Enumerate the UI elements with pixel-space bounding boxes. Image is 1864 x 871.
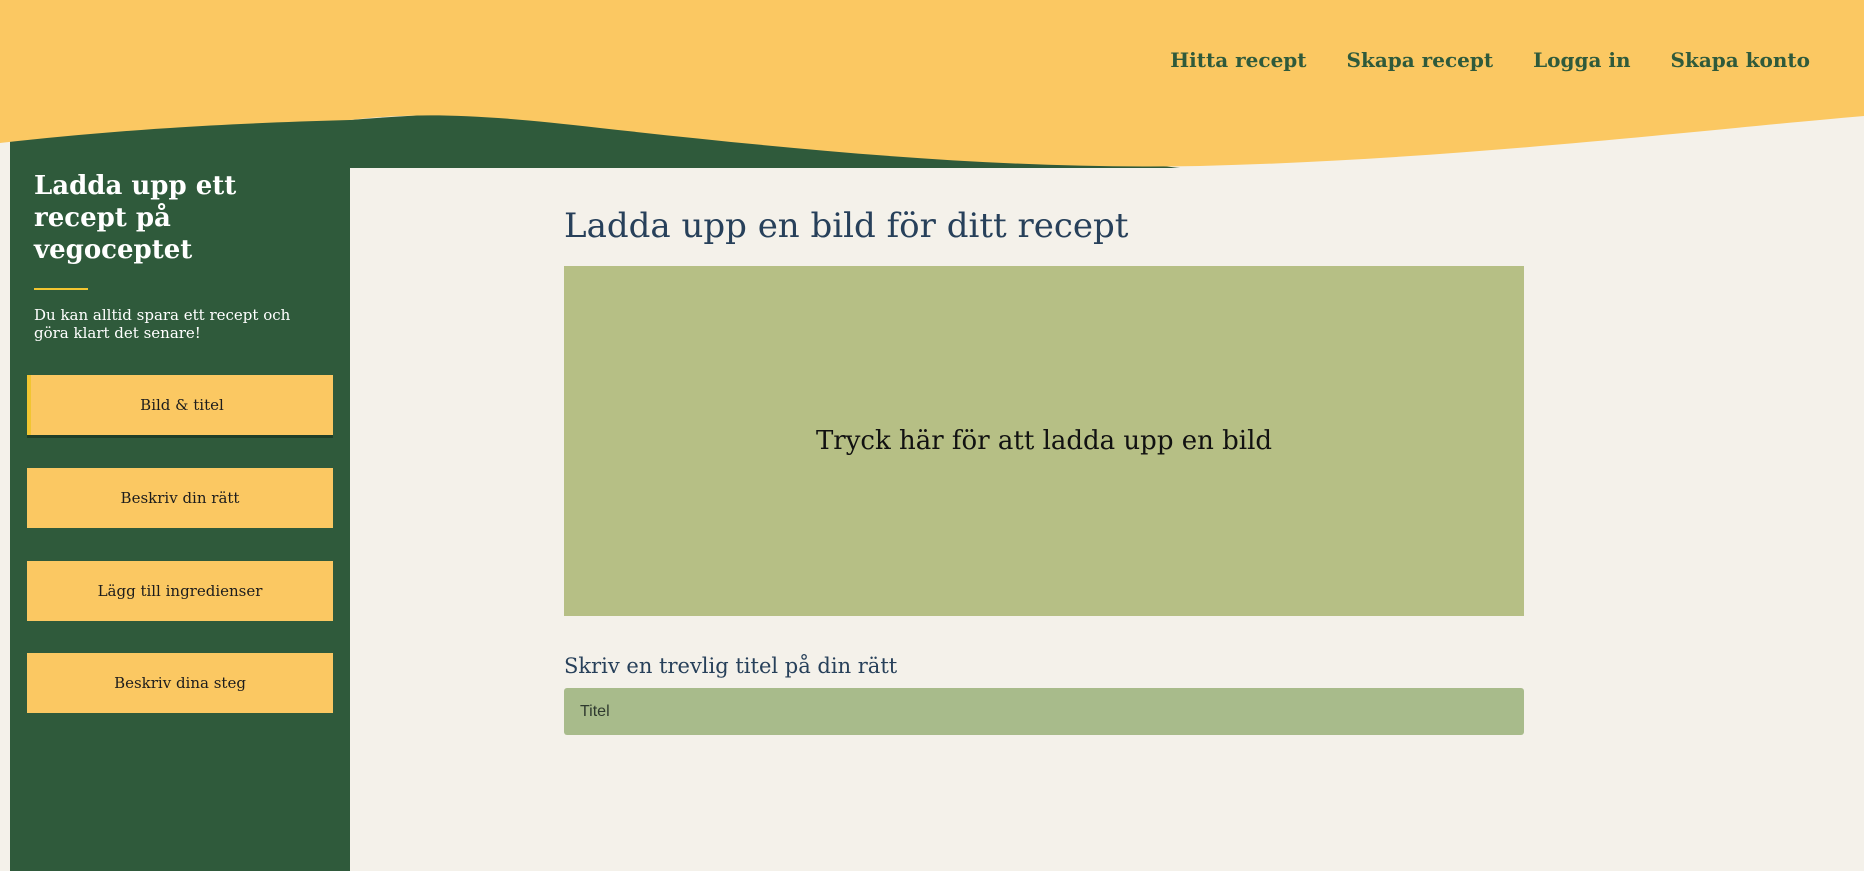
upload-prompt: Tryck här för att ladda upp en bild [815,426,1273,456]
step-button-steg[interactable]: Beskriv dina steg [27,653,333,713]
nav-link-hitta-recept[interactable]: Hitta recept [1170,48,1306,72]
nav-link-logga-in[interactable]: Logga in [1533,48,1630,72]
header-background [0,0,1864,167]
page: Hitta recept Skapa recept Logga in Skapa… [0,0,1864,871]
title-input[interactable] [564,688,1524,735]
step-button-ingredienser[interactable]: Lägg till ingredienser [27,561,333,621]
page-title: Ladda upp en bild för ditt recept [564,206,1129,246]
nav-link-skapa-recept[interactable]: Skapa recept [1347,48,1494,72]
title-field-label: Skriv en trevlig titel på din rätt [564,654,898,678]
step-button-beskriv-ratt[interactable]: Beskriv din rätt [27,468,333,528]
image-upload-area[interactable]: Tryck här för att ladda upp en bild [564,266,1524,616]
sidebar-divider [34,288,88,290]
header-wave [0,0,1864,168]
nav-link-skapa-konto[interactable]: Skapa konto [1671,48,1810,72]
top-navigation: Hitta recept Skapa recept Logga in Skapa… [1170,48,1810,72]
sidebar-description: Du kan alltid spara ett recept och göra … [34,306,291,342]
step-button-bild-titel[interactable]: Bild & titel [27,375,333,435]
sidebar-title: Ladda upp ett recept på vegoceptet [34,171,237,265]
